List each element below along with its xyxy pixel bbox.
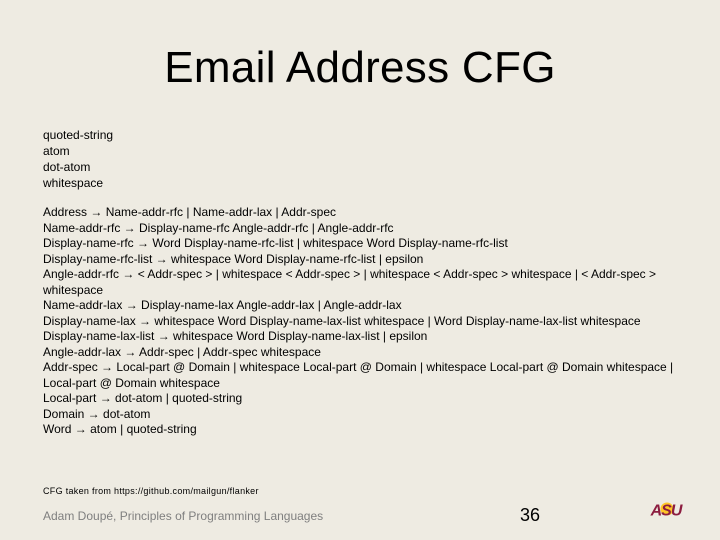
slide-title: Email Address CFG [164,43,556,92]
terminal-item: quoted-string [43,128,114,142]
grammar-rule: Local-part → dot-atom | quoted-string [43,391,243,405]
footer-author: Adam Doupé, Principles of Programming La… [43,509,324,523]
grammar-rule: Display-name-lax → whitespace Word Displ… [43,313,641,328]
terminal-item: atom [43,144,70,158]
grammar-rule: Domain → dot-atom [43,406,151,421]
grammar-rule: Word → atom | quoted-string [43,422,197,436]
page-number: 36 [520,505,541,525]
grammar-rule: Display-name-rfc-list → whitespace Word … [43,251,424,266]
grammar-rule: Angle-addr-rfc → < Addr-spec > | whitesp… [43,267,657,297]
grammar-rule: Name-addr-lax → Display-name-lax Angle-a… [43,298,402,312]
terminal-item: dot-atom [43,160,91,174]
grammar-rule: Angle-addr-lax → Addr-spec | Addr-spec w… [43,344,321,359]
grammar-rule: Display-name-rfc → Word Display-name-rfc… [43,236,508,250]
source-footnote: CFG taken from https://github.com/mailgu… [43,486,259,496]
asu-logo-icon: ASU [650,502,684,519]
grammar-rule: Addr-spec → Local-part @ Domain | whites… [43,360,674,390]
grammar-rule: Name-addr-rfc → Display-name-rfc Angle-a… [43,220,394,235]
grammar-rule: Address → Name-addr-rfc | Name-addr-lax … [43,205,336,219]
logo-text: ASU [650,503,683,519]
grammar-rule: Display-name-lax-list → whitespace Word … [43,329,428,343]
terminals-list: quoted-string atom dot-atom whitespace [43,127,113,191]
terminal-item: whitespace [43,176,104,190]
grammar-rules: Address → Name-addr-rfc | Name-addr-lax … [43,205,683,438]
